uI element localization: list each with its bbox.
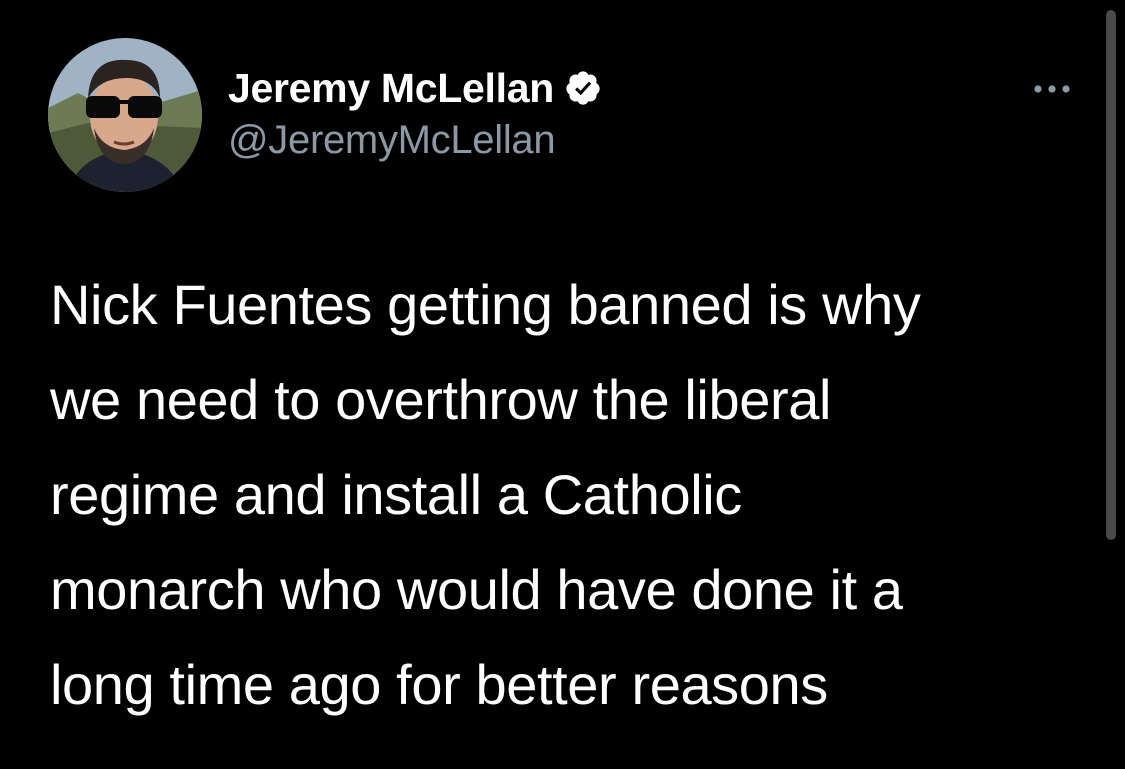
- avatar-image: [48, 38, 202, 192]
- tweet-card: Jeremy McLellan @JeremyMcLellan Nick Fue…: [0, 0, 1125, 769]
- scrollbar[interactable]: [1106, 10, 1116, 540]
- author-display-name[interactable]: Jeremy McLellan: [228, 65, 554, 112]
- verified-badge-icon: [566, 71, 600, 105]
- avatar[interactable]: [48, 38, 202, 192]
- author-handle[interactable]: @JeremyMcLellan: [228, 118, 556, 163]
- more-options-icon[interactable]: [1030, 74, 1074, 104]
- author-name-row: Jeremy McLellan: [228, 62, 602, 114]
- tweet-text: Nick Fuentes getting banned is why we ne…: [50, 273, 921, 716]
